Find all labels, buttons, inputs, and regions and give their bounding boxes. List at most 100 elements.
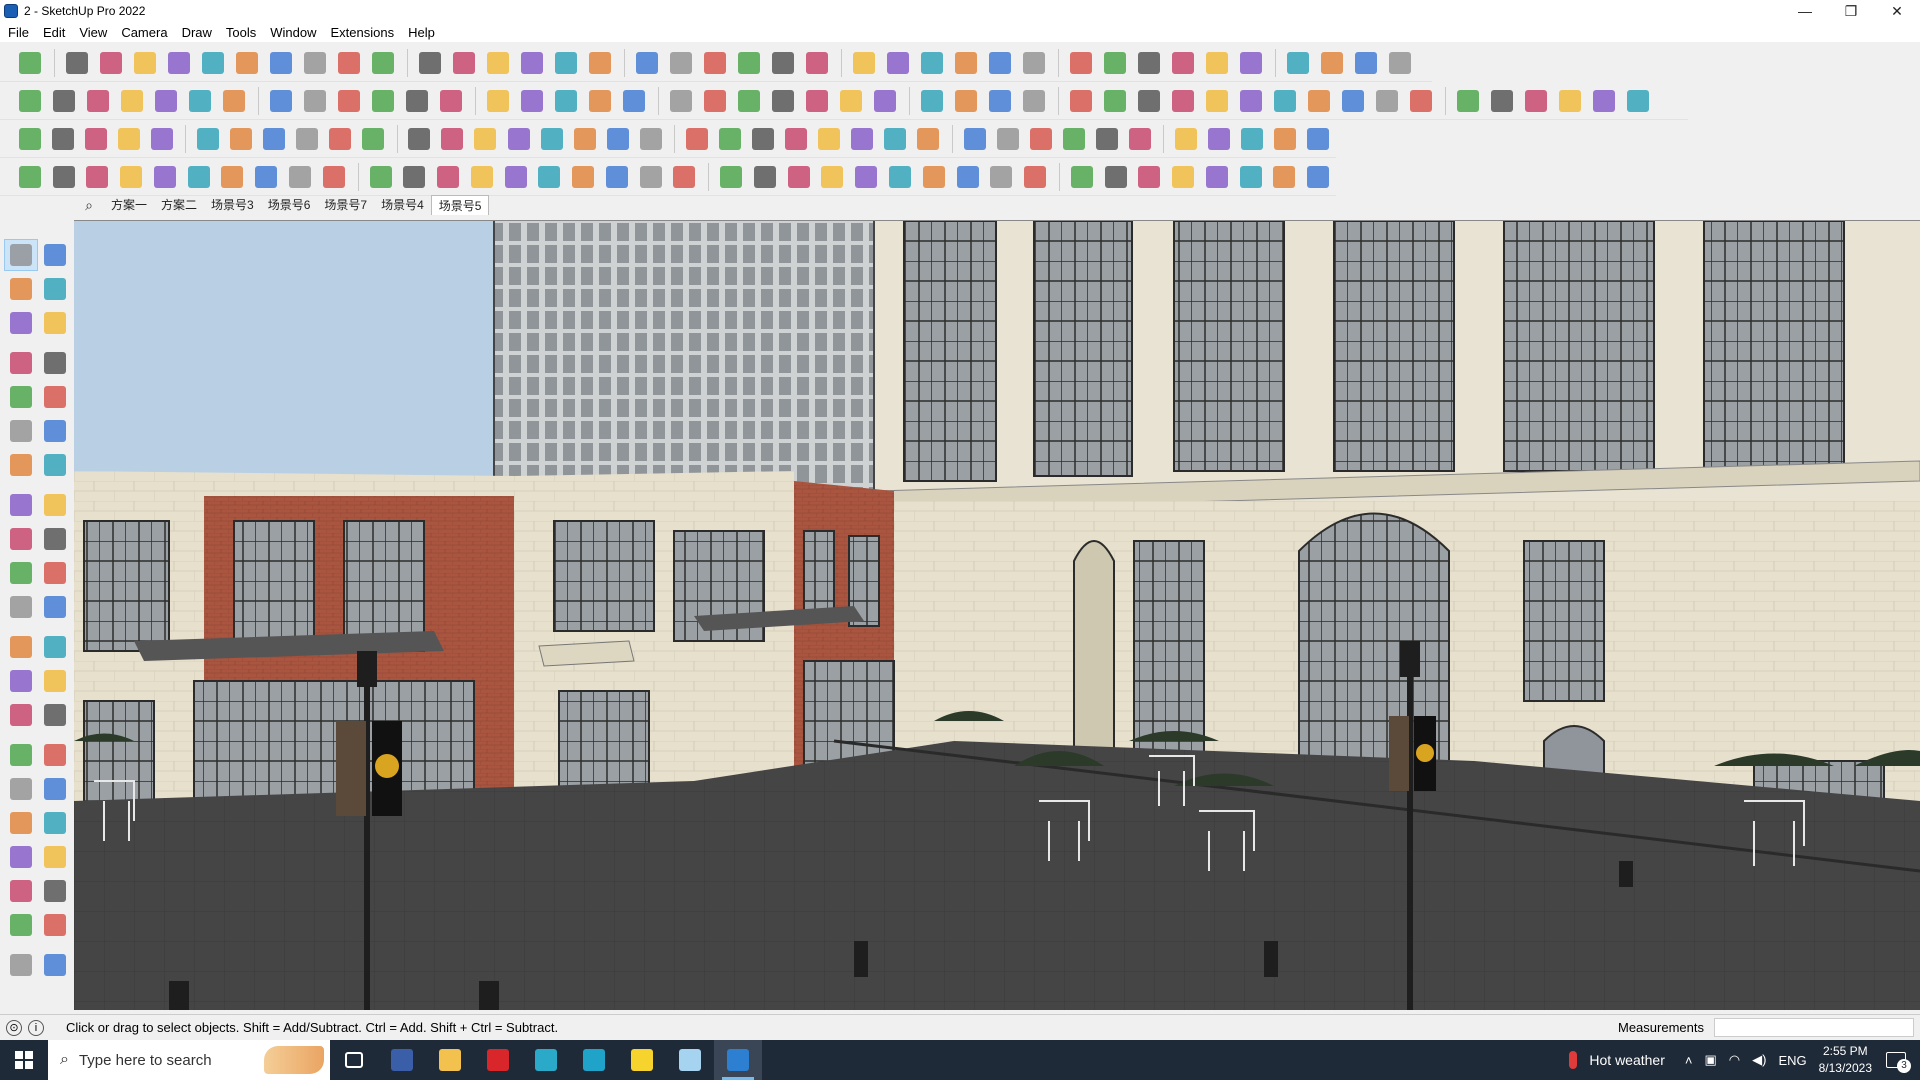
extension-tool-6-icon[interactable]: [183, 161, 215, 193]
solid-tool-3-icon[interactable]: [82, 85, 114, 117]
extension-tool-14-icon[interactable]: [466, 161, 498, 193]
large-tool-17-icon[interactable]: [4, 523, 38, 555]
extension-tool-12-icon[interactable]: [398, 161, 430, 193]
standard-tool-13-icon[interactable]: [448, 47, 480, 79]
extension-tool-31-icon[interactable]: [1066, 161, 1098, 193]
solid-tool-38-icon[interactable]: [1337, 85, 1369, 117]
large-tool-40-icon[interactable]: [38, 909, 72, 941]
standard-tool-33-icon[interactable]: [1167, 47, 1199, 79]
standard-tool-17-icon[interactable]: [584, 47, 616, 79]
large-tool-32-icon[interactable]: [38, 773, 72, 805]
standard-tool-38-icon[interactable]: [1350, 47, 1382, 79]
large-tool-33-icon[interactable]: [4, 807, 38, 839]
standard-tool-5-icon[interactable]: [163, 47, 195, 79]
minimize-button[interactable]: —: [1782, 0, 1828, 22]
edit-tool-2-icon[interactable]: [47, 123, 78, 155]
solid-tool-21-icon[interactable]: [733, 85, 765, 117]
menu-edit[interactable]: Edit: [43, 25, 65, 40]
calculator-taskbar-icon[interactable]: [378, 1040, 426, 1080]
large-tool-1-icon[interactable]: [4, 239, 38, 271]
large-tool-2-icon[interactable]: [38, 239, 72, 271]
large-tool-42-icon[interactable]: [38, 949, 72, 981]
extension-tool-17-icon[interactable]: [567, 161, 599, 193]
extension-tool-2-icon[interactable]: [48, 161, 80, 193]
extension-tool-33-icon[interactable]: [1134, 161, 1166, 193]
edit-tool-17-icon[interactable]: [569, 123, 600, 155]
restore-button[interactable]: ❐: [1828, 0, 1874, 22]
standard-tool-26-icon[interactable]: [916, 47, 948, 79]
menu-camera[interactable]: Camera: [121, 25, 167, 40]
menu-help[interactable]: Help: [408, 25, 435, 40]
large-tool-34-icon[interactable]: [38, 807, 72, 839]
solid-tool-22-icon[interactable]: [767, 85, 799, 117]
large-tool-4-icon[interactable]: [38, 273, 72, 305]
large-tool-13-icon[interactable]: [4, 449, 38, 481]
solid-tool-13-icon[interactable]: [435, 85, 467, 117]
large-tool-37-icon[interactable]: [4, 875, 38, 907]
edit-tool-31-icon[interactable]: [1058, 123, 1089, 155]
solid-tool-10-icon[interactable]: [333, 85, 365, 117]
language-indicator[interactable]: ENG: [1778, 1053, 1806, 1068]
large-tool-31-icon[interactable]: [4, 773, 38, 805]
standard-tool-24-icon[interactable]: [848, 47, 880, 79]
extension-tool-5-icon[interactable]: [149, 161, 181, 193]
app-light-blue-taskbar-icon[interactable]: [666, 1040, 714, 1080]
edit-tool-6-icon[interactable]: [192, 123, 223, 155]
solid-tool-19-icon[interactable]: [665, 85, 697, 117]
standard-tool-2-icon[interactable]: [61, 47, 93, 79]
standard-tool-29-icon[interactable]: [1018, 47, 1050, 79]
solid-tool-5-icon[interactable]: [150, 85, 182, 117]
task-view-taskbar-icon[interactable]: [330, 1040, 378, 1080]
menu-view[interactable]: View: [79, 25, 107, 40]
standard-tool-28-icon[interactable]: [984, 47, 1016, 79]
large-tool-30-icon[interactable]: [38, 739, 72, 771]
scene-tab-4[interactable]: 场景号6: [261, 195, 318, 215]
large-tool-26-icon[interactable]: [38, 665, 72, 697]
solid-tool-18-icon[interactable]: [618, 85, 650, 117]
solid-tool-33-icon[interactable]: [1167, 85, 1199, 117]
edit-tool-29-icon[interactable]: [992, 123, 1023, 155]
standard-tool-14-icon[interactable]: [482, 47, 514, 79]
large-tool-14-icon[interactable]: [38, 449, 72, 481]
network-icon[interactable]: ◠: [1729, 1052, 1740, 1068]
edit-tool-19-icon[interactable]: [635, 123, 666, 155]
solid-tool-40-icon[interactable]: [1405, 85, 1437, 117]
extension-tool-34-icon[interactable]: [1167, 161, 1199, 193]
solid-tool-12-icon[interactable]: [401, 85, 433, 117]
extension-tool-10-icon[interactable]: [318, 161, 350, 193]
large-tool-11-icon[interactable]: [4, 415, 38, 447]
edit-tool-14-icon[interactable]: [470, 123, 501, 155]
large-tool-39-icon[interactable]: [4, 909, 38, 941]
large-tool-28-icon[interactable]: [38, 699, 72, 731]
large-tool-29-icon[interactable]: [4, 739, 38, 771]
extension-tool-15-icon[interactable]: [500, 161, 532, 193]
standard-tool-7-icon[interactable]: [231, 47, 263, 79]
standard-tool-32-icon[interactable]: [1133, 47, 1165, 79]
extension-tool-8-icon[interactable]: [250, 161, 282, 193]
standard-tool-35-icon[interactable]: [1235, 47, 1267, 79]
chevron-up-icon[interactable]: ˄: [1685, 1053, 1693, 1068]
large-tool-12-icon[interactable]: [38, 415, 72, 447]
extension-tool-19-icon[interactable]: [635, 161, 667, 193]
geolocation-icon[interactable]: ⊙: [6, 1019, 22, 1036]
standard-tool-27-icon[interactable]: [950, 47, 982, 79]
scene-tab-3[interactable]: 场景号3: [204, 195, 261, 215]
edit-tool-5-icon[interactable]: [146, 123, 177, 155]
solid-tool-20-icon[interactable]: [699, 85, 731, 117]
notification-icon[interactable]: [1886, 1052, 1911, 1073]
edit-tool-11-icon[interactable]: [358, 123, 389, 155]
extension-tool-35-icon[interactable]: [1201, 161, 1233, 193]
edit-tool-18-icon[interactable]: [602, 123, 633, 155]
menu-window[interactable]: Window: [270, 25, 316, 40]
extension-tool-30-icon[interactable]: [1019, 161, 1051, 193]
edit-tool-26-icon[interactable]: [880, 123, 911, 155]
extension-tool-21-icon[interactable]: [715, 161, 747, 193]
file-explorer-taskbar-icon[interactable]: [426, 1040, 474, 1080]
solid-tool-23-icon[interactable]: [801, 85, 833, 117]
solid-tool-17-icon[interactable]: [584, 85, 616, 117]
large-tool-23-icon[interactable]: [4, 631, 38, 663]
solid-tool-30-icon[interactable]: [1065, 85, 1097, 117]
standard-tool-37-icon[interactable]: [1316, 47, 1348, 79]
menu-extensions[interactable]: Extensions: [331, 25, 395, 40]
standard-tool-4-icon[interactable]: [129, 47, 161, 79]
